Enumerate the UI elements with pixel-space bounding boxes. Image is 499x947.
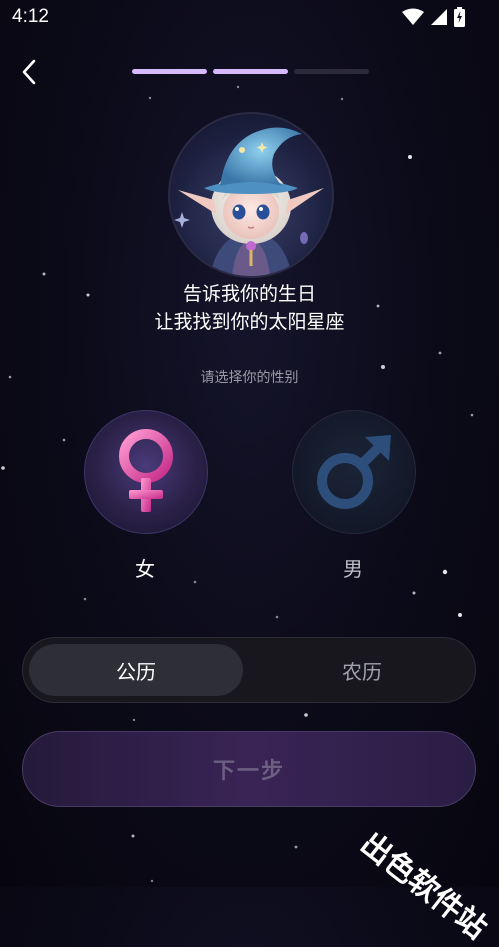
male-label: 男 bbox=[343, 557, 363, 581]
elf-wizard-avatar bbox=[168, 112, 334, 278]
signal-icon bbox=[431, 9, 447, 25]
female-label: 女 bbox=[135, 557, 155, 581]
chevron-left-icon bbox=[22, 59, 36, 85]
progress-step-3 bbox=[294, 69, 369, 74]
lunar-calendar-option[interactable]: 农历 bbox=[255, 644, 469, 696]
status-time: 4:12 bbox=[12, 6, 49, 27]
wifi-icon bbox=[402, 8, 424, 25]
female-option-button[interactable] bbox=[84, 410, 208, 534]
status-icons bbox=[402, 7, 465, 27]
step-progress bbox=[132, 69, 369, 74]
female-symbol-icon bbox=[119, 429, 173, 512]
watermark: 出色软件站 bbox=[353, 826, 494, 947]
next-step-button[interactable]: 下一步 bbox=[22, 731, 476, 807]
status-bar: 4:12 bbox=[0, 0, 499, 34]
male-option-button[interactable] bbox=[292, 410, 416, 534]
heading-line-2: 让我找到你的太阳星座 bbox=[154, 311, 345, 333]
calendar-type-toggle: 公历 农历 bbox=[22, 637, 476, 703]
gender-prompt: 请选择你的性别 bbox=[200, 370, 299, 386]
back-button[interactable] bbox=[16, 56, 44, 88]
progress-step-1 bbox=[132, 69, 207, 74]
solar-calendar-option[interactable]: 公历 bbox=[29, 644, 243, 696]
male-symbol-icon bbox=[317, 435, 391, 509]
progress-step-2 bbox=[213, 69, 288, 74]
heading-line-1: 告诉我你的生日 bbox=[182, 283, 316, 305]
battery-icon bbox=[454, 7, 465, 27]
